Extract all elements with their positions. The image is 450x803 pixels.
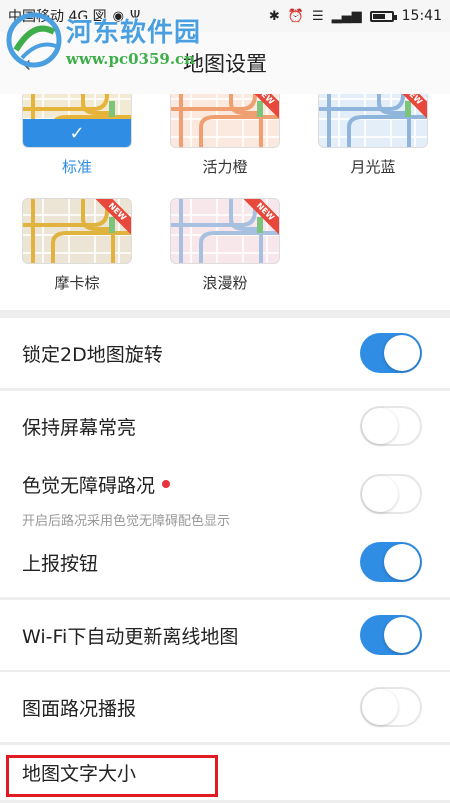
theme-option[interactable]: NEW 浪漫粉 <box>170 198 280 293</box>
theme-thumbnail: ✓ <box>22 94 132 148</box>
setting-label-wrap: 色觉无障碍路况 <box>22 471 171 498</box>
carrier-text: 中国移动 4G 図 <box>8 9 107 25</box>
setting-label: 锁定2D地图旋转 <box>22 343 163 366</box>
theme-option[interactable]: NEW 摩卡棕 <box>22 198 132 293</box>
theme-label: 摩卡棕 <box>54 274 100 292</box>
setting-row-wifi-update[interactable]: Wi-Fi下自动更新离线地图 <box>0 600 450 670</box>
screen-on-toggle[interactable] <box>360 406 422 446</box>
usb-icon: Ψ <box>130 8 141 24</box>
wifi-icon: ☰ <box>311 8 324 24</box>
setting-row-screen-on[interactable]: 保持屏幕常亮 <box>0 391 450 461</box>
new-dot-icon <box>162 479 171 488</box>
setting-label: 保持屏幕常亮 <box>22 416 137 439</box>
app-header: ‹ 地图设置 <box>0 32 450 95</box>
theme-option[interactable]: NEW 月光蓝 <box>318 94 428 177</box>
clock: 15:41 <box>401 8 442 24</box>
setting-row-traffic-broadcast[interactable]: 图面路况播报 <box>0 672 450 742</box>
status-bar: 中国移动 4G 図 ◉ Ψ ✱ ⏰ ☰ ▂▄▆ 15:41 <box>0 0 450 32</box>
theme-thumbnail: NEW <box>170 198 280 264</box>
lock-2d-toggle[interactable] <box>360 333 422 373</box>
setting-label: 色觉无障碍路况 <box>22 475 156 497</box>
theme-label: 标准 <box>61 158 92 176</box>
setting-label: Wi-Fi下自动更新离线地图 <box>22 625 239 648</box>
theme-label: 浪漫粉 <box>202 274 248 292</box>
theme-option[interactable]: NEW 活力橙 <box>170 94 280 177</box>
signal-icon: ▂▄▆ <box>331 8 362 24</box>
settings-section-4: 图面路况播报 <box>0 672 450 742</box>
selected-check-icon: ✓ <box>23 119 131 147</box>
setting-row-lock-2d[interactable]: 锁定2D地图旋转 <box>0 318 450 388</box>
setting-label: 图面路况播报 <box>22 697 137 720</box>
setting-row-report-button[interactable]: 上报按钮 <box>0 527 450 597</box>
setting-label: 上报按钮 <box>22 552 99 575</box>
theme-thumbnail: NEW <box>318 94 428 148</box>
color-blind-toggle[interactable] <box>360 474 422 514</box>
theme-thumbnail: NEW <box>170 94 280 148</box>
alarm-icon: ⏰ <box>287 8 304 24</box>
battery-icon <box>369 10 397 22</box>
theme-thumbnail: NEW <box>22 198 132 264</box>
setting-row-color-blind[interactable]: 色觉无障碍路况 开启后路况采用色觉无障碍配色显示 <box>0 461 450 529</box>
settings-section-3: Wi-Fi下自动更新离线地图 <box>0 600 450 670</box>
notification-icon: ◉ <box>112 8 124 24</box>
theme-option[interactable]: ✓ 标准 <box>22 94 132 177</box>
highlight-box <box>6 755 218 797</box>
traffic-broadcast-toggle[interactable] <box>360 687 422 727</box>
map-theme-grid: ✓ 标准 NEW 活力橙 NEW 月光蓝 NEW 摩卡棕 NEW 浪漫粉 <box>0 94 450 310</box>
bluetooth-icon: ✱ <box>268 8 280 24</box>
settings-section-2: 保持屏幕常亮 色觉无障碍路况 开启后路况采用色觉无障碍配色显示 上报按钮 <box>0 391 450 597</box>
theme-label: 月光蓝 <box>350 158 396 176</box>
theme-label: 活力橙 <box>202 158 248 176</box>
report-button-toggle[interactable] <box>360 542 422 582</box>
settings-section-1: 锁定2D地图旋转 <box>0 318 450 388</box>
wifi-update-toggle[interactable] <box>360 615 422 655</box>
page-title: 地图设置 <box>183 52 267 76</box>
